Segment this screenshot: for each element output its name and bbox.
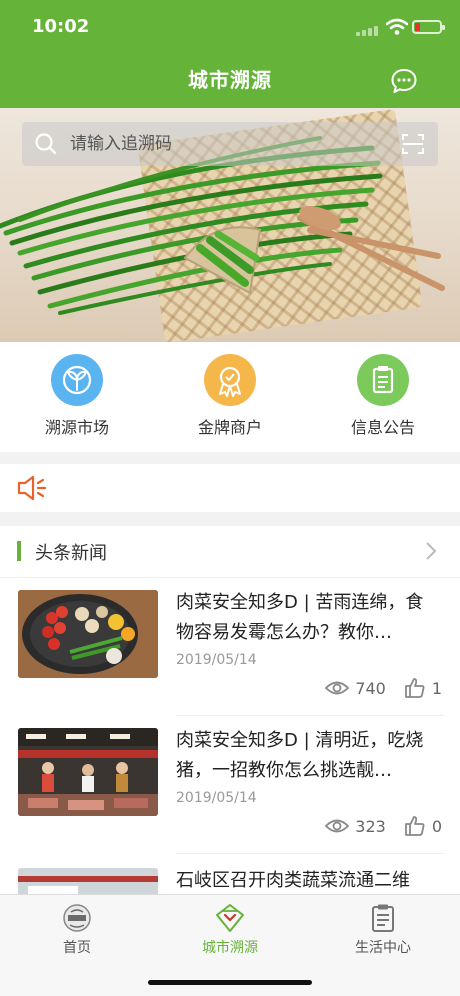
top-bar: 10:02 城市溯源: [0, 0, 460, 108]
quick-item-gold-merchant[interactable]: 金牌商户: [170, 354, 290, 438]
quick-item-label: 金牌商户: [197, 418, 262, 437]
tab-life-center[interactable]: 生活中心: [323, 903, 443, 957]
search-icon: [35, 133, 57, 155]
news-title: 肉菜安全知多D | 清明近，吃烧猪，一招教你怎么挑选靓…: [176, 730, 424, 781]
trace-icon: [215, 903, 245, 933]
section-divider: [0, 452, 460, 464]
like-count: 0: [431, 816, 442, 836]
quick-item-announcements[interactable]: 信息公告: [323, 354, 443, 438]
leaf-icon: [51, 354, 103, 406]
quick-item-trace-market[interactable]: 溯源市场: [17, 354, 137, 438]
eye-icon: [325, 819, 350, 833]
like-button[interactable]: 0: [404, 815, 442, 837]
row-divider: [176, 853, 444, 854]
like-button[interactable]: 1: [404, 677, 442, 699]
news-date: 2019/05/14: [176, 652, 257, 668]
tab-label: 城市溯源: [202, 940, 258, 956]
chat-bubble-icon[interactable]: [390, 67, 418, 95]
news-stats: 740 1: [325, 676, 442, 700]
news-item[interactable]: 肉菜安全知多D | 苦雨连绵，食物容易发霉怎么办？教你… 2019/05/14 …: [0, 578, 460, 716]
news-thumbnail: [18, 590, 158, 678]
speaker-icon: [17, 475, 47, 501]
news-item[interactable]: 石岐区召开肉类蔬菜流通二维: [0, 856, 460, 894]
news-section-title: 头条新闻: [35, 543, 107, 564]
home-indicator: [148, 980, 312, 985]
eye-icon: [325, 681, 350, 695]
news-date: 2019/05/14: [176, 790, 257, 806]
news-thumbnail: [18, 868, 158, 894]
search-input[interactable]: [70, 122, 370, 166]
news-thumbnail: [18, 728, 158, 816]
home-logo-icon: [62, 903, 92, 933]
news-title: 肉菜安全知多D | 苦雨连绵，食物容易发霉怎么办？教你…: [176, 592, 424, 643]
banner-image[interactable]: [0, 108, 460, 342]
tab-label: 首页: [63, 940, 91, 956]
section-divider: [0, 512, 460, 526]
news-stats: 323 0: [325, 814, 442, 838]
thumbs-up-icon: [404, 678, 425, 698]
status-time: 10:02: [32, 16, 90, 37]
chevron-right-icon[interactable]: [424, 541, 438, 561]
clipboard-icon: [368, 903, 398, 933]
signal-icon: [356, 26, 380, 36]
quick-item-label: 信息公告: [350, 418, 415, 437]
news-item[interactable]: 肉菜安全知多D | 清明近，吃烧猪，一招教你怎么挑选靓… 2019/05/14 …: [0, 716, 460, 854]
status-bar: 10:02: [0, 0, 460, 56]
medal-icon: [204, 354, 256, 406]
wifi-icon: [386, 18, 408, 35]
quick-item-label: 溯源市场: [44, 418, 109, 437]
view-count: 323: [355, 816, 386, 836]
notice-bar[interactable]: [0, 464, 460, 512]
news-title: 石岐区召开肉类蔬菜流通二维: [176, 870, 410, 891]
section-marker: [17, 541, 21, 561]
battery-icon: [412, 20, 445, 34]
scan-icon[interactable]: [402, 133, 424, 155]
tab-label: 生活中心: [355, 940, 411, 956]
quick-menu: 溯源市场 金牌商户 信息公告: [0, 342, 460, 452]
like-count: 1: [431, 678, 442, 698]
view-count: 740: [355, 678, 386, 698]
search-bar[interactable]: [22, 122, 438, 166]
tab-home[interactable]: 首页: [17, 903, 137, 957]
news-header[interactable]: 头条新闻: [0, 526, 460, 578]
tab-city-trace[interactable]: 城市溯源: [170, 903, 290, 957]
clipboard-icon: [357, 354, 409, 406]
thumbs-up-icon: [404, 816, 425, 836]
